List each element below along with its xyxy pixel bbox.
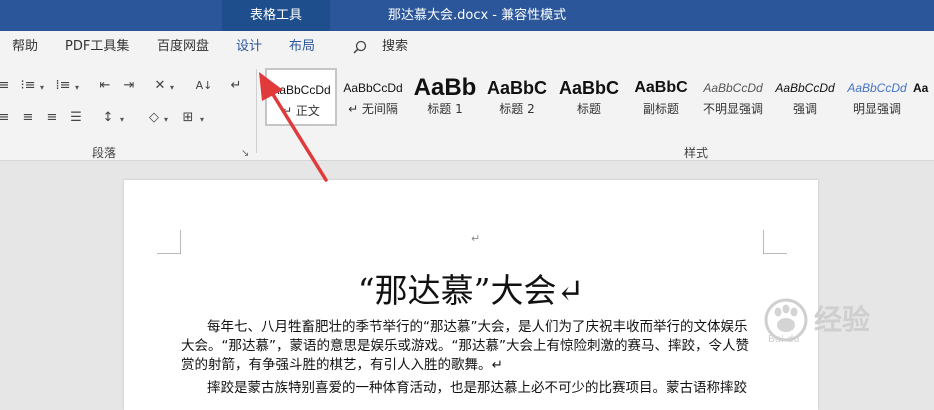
style-no-spacing[interactable]: AaBbCcDd ↵ 无间隔: [337, 68, 409, 126]
style-preview: AaBbCcDd: [775, 81, 835, 95]
style-name: 不明显强调: [702, 102, 763, 116]
tab-pdf-tools[interactable]: PDF工具集: [65, 31, 129, 63]
tab-baidu-netdisk[interactable]: 百度网盘: [157, 31, 209, 63]
style-preview: AaBbC: [634, 79, 688, 96]
multilevel-list-icon[interactable]: ⁞≡: [53, 77, 73, 95]
tab-design[interactable]: 设计: [236, 31, 262, 63]
style-intense-emphasis[interactable]: AaBbCcDd 明显强调: [841, 68, 913, 126]
style-emphasis[interactable]: AaBbCcDd 强调: [769, 68, 841, 126]
ribbon-home: ≡ ⁝≡ ▾ ⁞≡ ▾ ⇤ ⇥ ✕ ▾ A↓ ↵ ≡ ≡ ≡ ☰ ↕ ▾ ◇ ▾…: [0, 63, 934, 161]
tab-help[interactable]: 帮助: [12, 31, 38, 63]
title-bar: 表格工具 那达慕大会.docx - 兼容性模式: [0, 0, 934, 31]
style-name: 强调: [792, 102, 817, 116]
chevron-down-icon[interactable]: ▾: [200, 115, 204, 124]
styles-group-label: 样式: [684, 146, 709, 160]
paragraph-group-label: 段落: [92, 146, 117, 160]
style-name: 标题 1: [427, 102, 463, 116]
margin-corner-mark: [157, 230, 181, 254]
body-line[interactable]: 每年七、八月牲畜肥壮的季节举行的“那达慕”大会，是人们为了庆祝丰收而举行的文体娱…: [181, 318, 761, 337]
baidu-jingyan-watermark: 经验 Bai du: [764, 294, 914, 346]
context-tab-table-tools[interactable]: 表格工具: [222, 0, 330, 31]
bullets-icon[interactable]: ≡: [0, 77, 14, 95]
align-right-icon[interactable]: ≡: [42, 109, 62, 127]
document-heading[interactable]: “那达慕”大会↵: [124, 264, 818, 312]
style-preview: AaBbC: [558, 78, 619, 98]
style-normal[interactable]: AaBbCcDd ↵ 正文: [265, 68, 337, 126]
align-left-icon[interactable]: ≡: [0, 109, 14, 127]
watermark-subtext: Bai du: [768, 334, 800, 345]
style-name: 副标题: [642, 102, 679, 116]
sort-icon[interactable]: A↓: [194, 77, 214, 95]
body-line[interactable]: 大会。“那达慕”，蒙语的意思是娱乐或游戏。“那达慕”大会上有惊险刺激的赛马、摔跤…: [181, 337, 761, 356]
style-preview: AaBbC: [486, 78, 547, 98]
paragraph-mark: ↵: [471, 232, 481, 245]
group-divider: [256, 69, 257, 153]
show-marks-icon[interactable]: ↵: [226, 77, 246, 95]
body-line[interactable]: 赏的射箭，有争强斗胜的棋艺，有引人入胜的歌舞。↵: [181, 356, 761, 375]
style-heading-2[interactable]: AaBbC 标题 2: [481, 68, 553, 126]
chevron-down-icon[interactable]: ▾: [164, 115, 168, 124]
style-preview: AaBbCcDd: [271, 83, 331, 97]
style-preview: AaBb: [413, 74, 477, 101]
style-name: 明显强调: [852, 102, 901, 116]
numbering-icon[interactable]: ⁝≡: [18, 77, 38, 95]
style-name: ↵ 无间隔: [348, 102, 398, 116]
style-more[interactable]: Aa: [913, 68, 934, 126]
style-heading-1[interactable]: AaBb 标题 1: [409, 68, 481, 126]
chevron-down-icon[interactable]: ▾: [75, 83, 79, 92]
style-preview: AaBbCcDd: [343, 81, 403, 95]
style-preview: AaBbCcDd: [703, 81, 763, 95]
chinese-layout-icon[interactable]: ✕: [150, 77, 170, 95]
document-title: 那达慕大会.docx - 兼容性模式: [388, 8, 567, 23]
borders-icon[interactable]: ⊞: [178, 109, 198, 127]
align-center-icon[interactable]: ≡: [18, 109, 38, 127]
ribbon-tabs: 帮助 PDF工具集 百度网盘 设计 布局 搜索: [0, 31, 934, 63]
style-preview: AaBbCcDd: [847, 81, 907, 95]
style-subtle-emphasis[interactable]: AaBbCcDd 不明显强调: [697, 68, 769, 126]
document-page[interactable]: ↵ “那达慕”大会↵ 每年七、八月牲畜肥壮的季节举行的“那达慕”大会，是人们为了…: [124, 180, 818, 410]
search-icon[interactable]: [353, 40, 367, 54]
style-subtitle[interactable]: AaBbC 副标题: [625, 68, 697, 126]
line-spacing-icon[interactable]: ↕: [98, 109, 118, 127]
justify-icon[interactable]: ☰: [66, 109, 86, 127]
tell-me-search[interactable]: 搜索: [382, 31, 408, 63]
style-name: 标题: [576, 102, 601, 116]
chevron-down-icon[interactable]: ▾: [120, 115, 124, 124]
style-title[interactable]: AaBbC 标题: [553, 68, 625, 126]
style-name: 标题 2: [499, 102, 535, 116]
margin-corner-mark: [763, 230, 787, 254]
tab-layout[interactable]: 布局: [289, 31, 315, 63]
shading-icon[interactable]: ◇: [144, 109, 164, 127]
body-line[interactable]: 摔跤是蒙古族特别喜爱的一种体育活动，也是那达慕上必不可少的比赛项目。蒙古语称摔跤: [181, 379, 761, 398]
dialog-launcher-icon[interactable]: ↘: [241, 148, 249, 159]
style-name: ↵ 正文: [282, 104, 320, 118]
watermark-text: 经验: [814, 303, 871, 336]
chevron-down-icon[interactable]: ▾: [170, 83, 174, 92]
increase-indent-icon[interactable]: ⇥: [119, 77, 139, 95]
style-preview: Aa: [913, 81, 929, 95]
decrease-indent-icon[interactable]: ⇤: [95, 77, 115, 95]
chevron-down-icon[interactable]: ▾: [40, 83, 44, 92]
